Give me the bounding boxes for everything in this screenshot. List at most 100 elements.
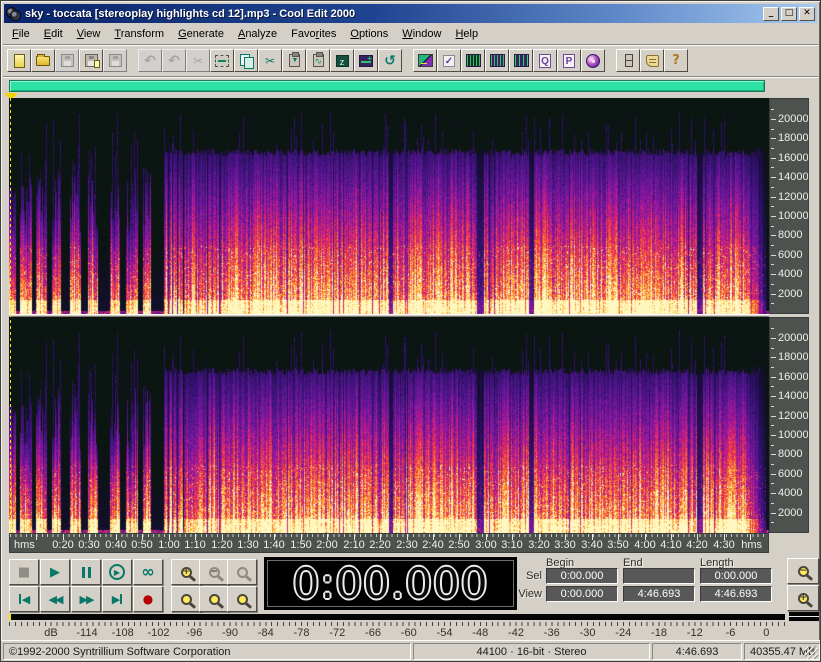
time-label: 1:10: [184, 539, 206, 551]
spectrogram-left-channel[interactable]: [9, 98, 769, 314]
open-file-button[interactable]: [31, 49, 55, 72]
view-begin-field[interactable]: 0:00.000: [546, 586, 618, 602]
save-file-button[interactable]: [55, 49, 79, 72]
frequency-analysis-button[interactable]: [461, 49, 485, 72]
cut-icon: ✂: [264, 53, 276, 68]
zoom-in-button[interactable]: +: [171, 559, 201, 585]
zoom-left-edge-button[interactable]: [199, 586, 229, 612]
spectral-view-toggle-button[interactable]: [413, 49, 437, 72]
undo-button[interactable]: ↶: [138, 49, 162, 72]
cut-inactive-button[interactable]: ✂: [186, 49, 210, 72]
sel-length-field[interactable]: 0:00.000: [700, 568, 772, 584]
record-button[interactable]: ●: [133, 586, 163, 612]
repeat-command-button[interactable]: ↶: [162, 49, 186, 72]
help-button[interactable]: ?: [664, 49, 688, 72]
paste-button[interactable]: [282, 49, 306, 72]
zoom-out-vertical-button[interactable]: −: [787, 558, 819, 584]
time-label: 0:20: [52, 539, 74, 551]
frequency-scale-right[interactable]: 20000 18000 16000 14000 12000 10000 8000 6000 40…: [769, 317, 809, 533]
loop-edit-button[interactable]: ↺: [378, 49, 402, 72]
frequency-scale-left[interactable]: 20000 18000 16000 14000 12000 10000 8000 6000 40…: [769, 98, 809, 314]
menu-favorites[interactable]: Favorites: [284, 26, 343, 42]
save-selection-button[interactable]: [103, 49, 127, 72]
zoom-to-selection-button[interactable]: [171, 586, 201, 612]
maximize-button[interactable]: □: [781, 6, 797, 21]
freq-tick: [771, 493, 776, 494]
play-loop-infinite-icon: ∞: [141, 562, 155, 581]
menu-window[interactable]: Window: [395, 26, 448, 42]
divider: [3, 76, 818, 78]
convert-sample-type-button[interactable]: [354, 49, 378, 72]
zoom-in-icon: +: [180, 566, 192, 578]
freq-label: 8000: [778, 229, 803, 241]
zoom-full-button[interactable]: [227, 559, 257, 585]
menu-analyze[interactable]: Analyze: [231, 26, 284, 42]
freq-tick: [771, 416, 776, 417]
freq-tick: [771, 367, 774, 368]
view-end-field[interactable]: 4:46.693: [623, 586, 695, 602]
play-looped-button[interactable]: ▶: [102, 559, 132, 585]
play-button[interactable]: ▶: [40, 559, 70, 585]
zoom-right-edge-button[interactable]: [227, 586, 257, 612]
zoom-out-button[interactable]: −: [199, 559, 229, 585]
copy-button[interactable]: [234, 49, 258, 72]
time-ruler[interactable]: hms hms 0:20 0:30 0:40 0:50 1:00 1:10 1:20 1:30…: [9, 533, 769, 553]
fast-forward-icon: ▶▶: [79, 592, 95, 606]
settings-check-button[interactable]: ✓: [437, 49, 461, 72]
spectral-pan-button[interactable]: [485, 49, 509, 72]
resize-grip[interactable]: [805, 646, 818, 659]
zoom-in-vertical-button[interactable]: +: [787, 585, 819, 611]
rewind-icon: ◀◀: [48, 592, 64, 606]
menu-view[interactable]: View: [70, 26, 108, 42]
save-as-icon: [84, 54, 100, 68]
go-to-beginning-button[interactable]: ◀: [9, 586, 39, 612]
new-file-button[interactable]: [7, 49, 31, 72]
trim-button[interactable]: [210, 49, 234, 72]
freq-label: 16000: [778, 371, 809, 383]
level-meter[interactable]: [9, 614, 785, 620]
time-label: 2:50: [448, 539, 470, 551]
time-label: 3:30: [554, 539, 576, 551]
spectral-phase-button[interactable]: [509, 49, 533, 72]
time-label: 2:10: [343, 539, 365, 551]
cd-player-button[interactable]: [581, 49, 605, 72]
stop-button[interactable]: ■: [9, 559, 39, 585]
mix-paste-button[interactable]: z: [330, 49, 354, 72]
menu-transform[interactable]: Transform: [107, 26, 171, 42]
spectrogram-right-channel[interactable]: [9, 317, 769, 533]
db-label: -36: [543, 627, 560, 639]
play-list-button[interactable]: P: [557, 49, 581, 72]
rewind-button[interactable]: ◀◀: [40, 586, 70, 612]
minimize-button[interactable]: _: [763, 6, 779, 21]
time-label: 3:00: [475, 539, 497, 551]
save-as-button[interactable]: [79, 49, 103, 72]
cue-list-button[interactable]: Q: [533, 49, 557, 72]
sel-begin-field[interactable]: 0:00.000: [546, 568, 618, 584]
time-label: 3:20: [528, 539, 550, 551]
scripts-button[interactable]: [640, 49, 664, 72]
sel-end-field[interactable]: [623, 568, 695, 584]
freq-tick: [771, 187, 774, 188]
go-to-end-button[interactable]: ▶: [102, 586, 132, 612]
close-button[interactable]: ✕: [799, 6, 815, 21]
menu-edit[interactable]: Edit: [37, 26, 70, 42]
title-bar[interactable]: sky - toccata [stereoplay highlights cd …: [4, 4, 817, 23]
flush-virtual-files-button[interactable]: [616, 49, 640, 72]
fast-forward-button[interactable]: ▶▶: [71, 586, 101, 612]
pause-button[interactable]: [71, 559, 101, 585]
db-label: -78: [293, 627, 310, 639]
play-loop-infinite-button[interactable]: ∞: [133, 559, 163, 585]
freq-tick: [771, 216, 776, 217]
menu-help[interactable]: Help: [448, 26, 485, 42]
cut-button[interactable]: ✂: [258, 49, 282, 72]
menu-options[interactable]: Options: [343, 26, 395, 42]
db-label: -42: [508, 627, 524, 639]
menu-file[interactable]: File: [5, 26, 37, 42]
paste-to-new-button[interactable]: [306, 49, 330, 72]
overview-scroll-bar[interactable]: [9, 80, 765, 92]
menu-generate[interactable]: Generate: [171, 26, 231, 42]
db-ruler-minor-ticks: [9, 622, 785, 626]
spectral-view-toggle-icon: [417, 54, 433, 67]
view-length-field[interactable]: 4:46.693: [700, 586, 772, 602]
spectral-pan-icon: [489, 54, 505, 67]
